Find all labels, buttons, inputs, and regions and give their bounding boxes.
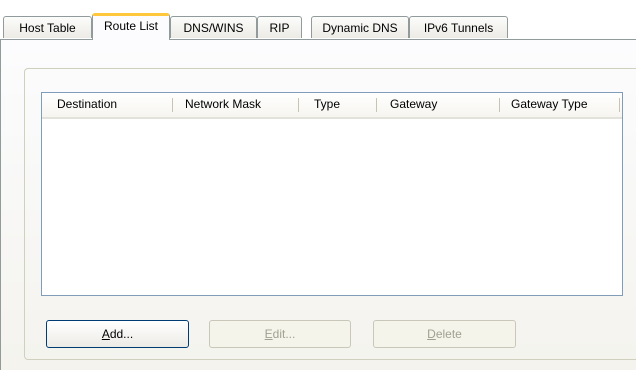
tab-label: DNS/WINS bbox=[183, 20, 244, 35]
tab-ipv6-tunnels[interactable]: IPv6 Tunnels bbox=[409, 16, 508, 38]
tab-route-list[interactable]: Route List bbox=[92, 13, 170, 41]
column-separator[interactable] bbox=[499, 98, 500, 112]
edit-button-label: dit... bbox=[272, 327, 296, 341]
add-button-mnemonic: A bbox=[101, 327, 110, 341]
column-header-gateway[interactable]: Gateway bbox=[390, 93, 437, 115]
column-separator[interactable] bbox=[619, 98, 620, 112]
delete-button-mnemonic: D bbox=[427, 327, 436, 341]
tab-label: IPv6 Tunnels bbox=[423, 20, 494, 35]
delete-button-label: elete bbox=[435, 327, 462, 341]
column-header-type[interactable]: Type bbox=[314, 93, 340, 115]
tab-host-table[interactable]: Host Table bbox=[3, 16, 92, 38]
tab-label: Dynamic DNS bbox=[322, 20, 398, 35]
tab-rip[interactable]: RIP bbox=[257, 16, 302, 38]
tab-dynamic-dns[interactable]: Dynamic DNS bbox=[311, 16, 409, 38]
route-list-header: Destination Network Mask Type Gateway Ga… bbox=[42, 93, 622, 119]
column-separator[interactable] bbox=[172, 98, 173, 112]
column-header-destination[interactable]: Destination bbox=[57, 93, 117, 115]
route-list-body bbox=[42, 119, 622, 295]
delete-button[interactable]: Delete bbox=[373, 320, 516, 348]
tab-strip: Host Table Route List DNS/WINS RIP Dynam… bbox=[0, 0, 636, 41]
column-header-gateway-type[interactable]: Gateway Type bbox=[511, 93, 588, 115]
route-list-view[interactable]: Destination Network Mask Type Gateway Ga… bbox=[41, 92, 623, 296]
column-header-network-mask[interactable]: Network Mask bbox=[185, 93, 261, 115]
column-separator[interactable] bbox=[376, 98, 377, 112]
tab-dns-wins[interactable]: DNS/WINS bbox=[170, 16, 257, 38]
edit-button[interactable]: Edit... bbox=[209, 320, 351, 348]
edit-button-mnemonic: E bbox=[264, 327, 273, 341]
add-button[interactable]: Add... bbox=[46, 320, 189, 348]
add-button-label: dd... bbox=[109, 327, 134, 341]
tab-label: Route List bbox=[103, 19, 159, 33]
tab-label: RIP bbox=[269, 20, 290, 35]
column-separator[interactable] bbox=[298, 98, 299, 112]
tab-label: Host Table bbox=[19, 20, 76, 35]
